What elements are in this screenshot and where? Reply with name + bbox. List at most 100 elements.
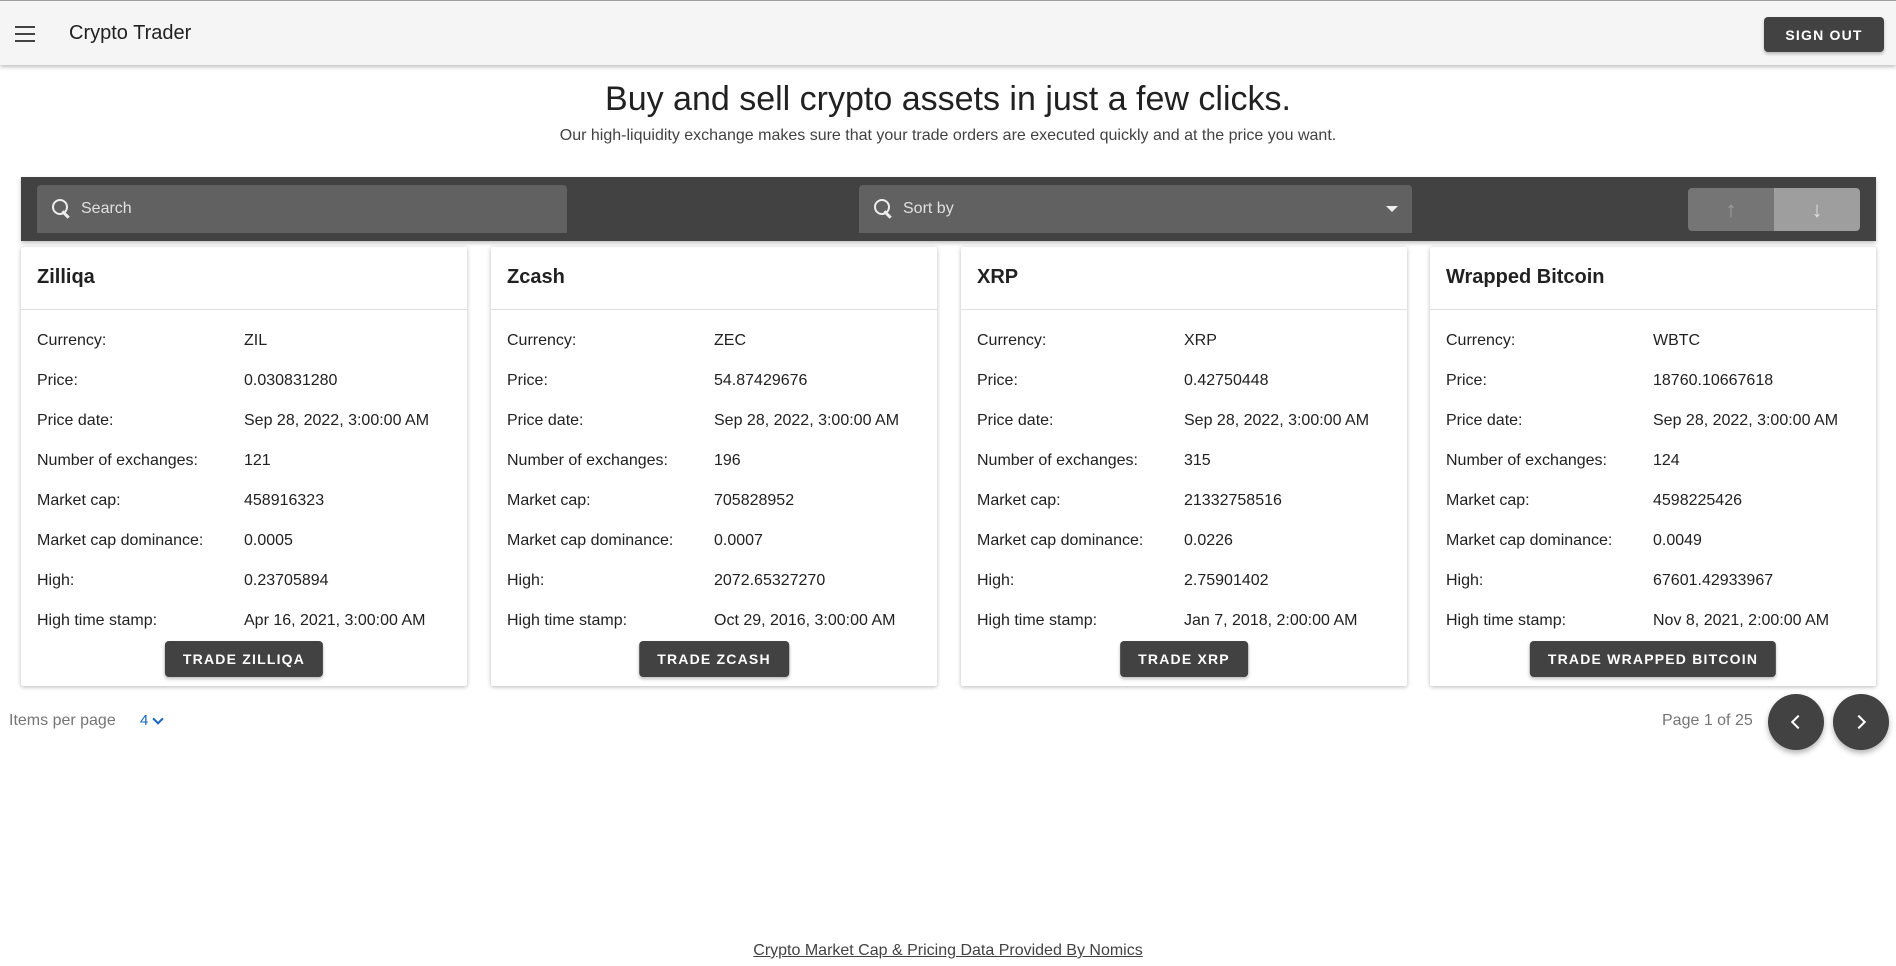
row-label: High time stamp: xyxy=(1446,612,1567,629)
app-bar: Crypto Trader SIGN OUT xyxy=(0,0,1896,65)
row-label: Price date: xyxy=(977,412,1054,429)
sort-select[interactable]: Sort by xyxy=(859,185,1412,233)
row-label: High time stamp: xyxy=(977,612,1098,629)
dominance-row: Market cap dominance: 0.0049 xyxy=(1430,521,1876,561)
menu-icon[interactable] xyxy=(12,22,38,46)
row-label: High: xyxy=(1446,572,1484,589)
row-value: ZIL xyxy=(244,332,268,349)
row-label: High time stamp: xyxy=(507,612,628,629)
filter-toolbar: Sort by ↑ ↓ xyxy=(21,177,1876,241)
card-title: Wrapped Bitcoin xyxy=(1430,247,1876,310)
high-timestamp-row: High time stamp: Jan 7, 2018, 2:00:00 AM xyxy=(961,601,1407,641)
high-row: High: 2072.65327270 xyxy=(491,561,937,601)
row-label: Price: xyxy=(507,372,548,389)
sort-ascending-button[interactable]: ↑ xyxy=(1688,188,1774,231)
row-value: 4598225426 xyxy=(1653,492,1742,509)
sort-placeholder: Sort by xyxy=(903,200,954,217)
previous-page-button[interactable] xyxy=(1768,694,1824,750)
row-value: ZEC xyxy=(714,332,746,349)
nomics-attribution-link[interactable]: Crypto Market Cap & Pricing Data Provide… xyxy=(0,942,1896,960)
price-row: Price: 18760.10667618 xyxy=(1430,361,1876,401)
trade-button[interactable]: TRADE ZCASH xyxy=(639,641,789,677)
crypto-card: Zcash Currency: ZEC Price: 54.87429676 Pri… xyxy=(491,247,937,686)
row-label: Market cap: xyxy=(37,492,121,509)
row-label: Number of exchanges: xyxy=(1446,452,1607,469)
row-value: Sep 28, 2022, 3:00:00 AM xyxy=(244,412,430,429)
sign-out-button[interactable]: SIGN OUT xyxy=(1764,17,1884,52)
search-input[interactable] xyxy=(81,200,567,218)
currency-row: Currency: ZEC xyxy=(491,321,937,361)
row-value: Apr 16, 2021, 3:00:00 AM xyxy=(244,612,426,629)
hero-subtitle: Our high-liquidity exchange makes sure t… xyxy=(559,127,1337,144)
page-info: Page 1 of 25 xyxy=(1662,712,1753,729)
next-page-button[interactable] xyxy=(1833,694,1889,750)
chevron-down-icon xyxy=(152,712,165,725)
trade-button[interactable]: TRADE WRAPPED BITCOIN xyxy=(1529,641,1777,677)
high-timestamp-row: High time stamp: Apr 16, 2021, 3:00:00 AM xyxy=(21,601,467,641)
row-label: Market cap: xyxy=(507,492,591,509)
price-date-row: Price date: Sep 28, 2022, 3:00:00 AM xyxy=(21,401,467,441)
row-value: XRP xyxy=(1184,332,1217,349)
chevron-left-icon xyxy=(1790,714,1806,730)
row-value: Sep 28, 2022, 3:00:00 AM xyxy=(1184,412,1370,429)
high-timestamp-row: High time stamp: Oct 29, 2016, 3:00:00 AM xyxy=(491,601,937,641)
search-field[interactable] xyxy=(37,185,567,233)
search-icon xyxy=(51,198,73,220)
arrow-up-icon: ↑ xyxy=(1725,196,1737,222)
items-per-page-select[interactable]: 4 xyxy=(140,712,165,729)
row-label: Market cap dominance: xyxy=(507,532,674,549)
crypto-card: XRP Currency: XRP Price: 0.42750448 Price … xyxy=(961,247,1407,686)
row-value: 0.23705894 xyxy=(244,572,329,589)
search-icon xyxy=(873,198,895,220)
row-label: High: xyxy=(977,572,1015,589)
trade-button[interactable]: TRADE ZILLIQA xyxy=(164,641,324,677)
row-label: Number of exchanges: xyxy=(507,452,668,469)
row-label: Market cap: xyxy=(1446,492,1530,509)
market-cap-row: Market cap: 458916323 xyxy=(21,481,467,521)
row-value: 121 xyxy=(244,452,271,469)
row-value: 124 xyxy=(1653,452,1680,469)
row-label: Currency: xyxy=(1446,332,1516,349)
row-value: Jan 7, 2018, 2:00:00 AM xyxy=(1184,612,1358,629)
dominance-row: Market cap dominance: 0.0007 xyxy=(491,521,937,561)
row-label: Currency: xyxy=(507,332,577,349)
high-timestamp-row: High time stamp: Nov 8, 2021, 2:00:00 AM xyxy=(1430,601,1876,641)
row-value: 0.42750448 xyxy=(1184,372,1269,389)
row-value: 196 xyxy=(714,452,741,469)
row-value: 0.030831280 xyxy=(244,372,338,389)
row-label: Market cap dominance: xyxy=(37,532,204,549)
sort-descending-button[interactable]: ↓ xyxy=(1774,188,1860,231)
trade-button[interactable]: TRADE XRP xyxy=(1120,641,1248,677)
row-value: 0.0007 xyxy=(714,532,763,549)
chevron-right-icon xyxy=(1851,714,1867,730)
crypto-card: Wrapped Bitcoin Currency: WBTC Price: 1876… xyxy=(1430,247,1876,686)
row-value: 0.0049 xyxy=(1653,532,1702,549)
row-label: High: xyxy=(507,572,545,589)
card-title: Zilliqa xyxy=(21,247,467,310)
row-label: Price date: xyxy=(37,412,114,429)
arrow-down-icon: ↓ xyxy=(1811,196,1823,222)
high-row: High: 0.23705894 xyxy=(21,561,467,601)
items-per-page-value: 4 xyxy=(140,712,149,729)
row-value: 2072.65327270 xyxy=(714,572,826,589)
row-value: 458916323 xyxy=(244,492,325,509)
row-label: Price date: xyxy=(1446,412,1523,429)
items-per-page-label: Items per page xyxy=(9,712,116,729)
exchanges-row: Number of exchanges: 196 xyxy=(491,441,937,481)
price-row: Price: 54.87429676 xyxy=(491,361,937,401)
price-date-row: Price date: Sep 28, 2022, 3:00:00 AM xyxy=(961,401,1407,441)
row-label: Currency: xyxy=(37,332,107,349)
row-value: 315 xyxy=(1184,452,1211,469)
row-label: High: xyxy=(37,572,75,589)
market-cap-row: Market cap: 4598225426 xyxy=(1430,481,1876,521)
dropdown-arrow-icon[interactable] xyxy=(1386,206,1398,212)
high-row: High: 67601.42933967 xyxy=(1430,561,1876,601)
market-cap-row: Market cap: 21332758516 xyxy=(961,481,1407,521)
price-row: Price: 0.030831280 xyxy=(21,361,467,401)
app-title: Crypto Trader xyxy=(69,22,192,44)
sort-direction-toggle: ↑ ↓ xyxy=(1688,188,1860,231)
row-label: Currency: xyxy=(977,332,1047,349)
row-value: Nov 8, 2021, 2:00:00 AM xyxy=(1653,612,1830,629)
market-cap-row: Market cap: 705828952 xyxy=(491,481,937,521)
row-label: Price date: xyxy=(507,412,584,429)
